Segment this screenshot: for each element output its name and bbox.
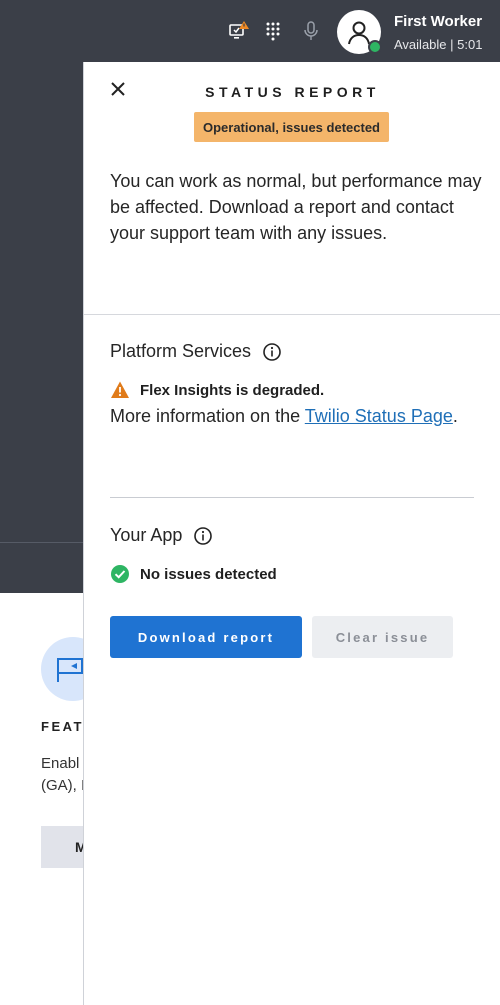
feature-title: FEAT [41,719,84,734]
warning-icon [110,380,130,400]
platform-alert: Flex Insights is degraded. [110,380,324,400]
user-name: First Worker [394,13,483,30]
panel-title: STATUS REPORT [205,84,380,100]
clear-issue-button[interactable]: Clear issue [312,616,453,658]
user-icon [348,21,370,45]
status-report-panel: STATUS REPORT Operational, issues detect… [83,62,500,1005]
status-badge: Operational, issues detected [194,112,389,142]
section-divider [84,314,500,315]
feature-button[interactable]: M [41,826,84,868]
feature-desc-line-2: (GA), I [41,777,84,794]
more-info-suffix: . [452,406,458,426]
twilio-status-page-link[interactable]: Twilio Status Page [305,406,453,426]
feature-description: Enabl (GA), I [41,753,84,797]
your-app-status-text: No issues detected [140,565,277,583]
your-app-status: No issues detected [110,564,277,584]
info-icon[interactable] [263,342,281,361]
background-dark-area [0,62,84,593]
presence-indicator [368,40,382,54]
top-bar: First Worker Available | 5:01 [0,0,500,62]
user-status[interactable]: Available | 5:01 [394,37,482,52]
feature-desc-line-1: Enabl [41,755,80,772]
more-info-prefix: More information on the [110,406,305,426]
flag-icon [57,658,83,682]
platform-services-heading: Platform Services [110,341,281,362]
your-app-title: Your App [110,525,183,545]
check-circle-icon [110,564,130,584]
platform-services-title: Platform Services [110,341,252,361]
background-divider [0,542,84,543]
feature-circle [41,637,84,701]
section-divider-inner [110,497,474,498]
status-description: You can work as normal, but performance … [110,171,482,243]
platform-alert-text: Flex Insights is degraded. [140,381,325,399]
dialpad-icon[interactable] [262,20,284,42]
your-app-heading: Your App [110,525,213,546]
download-report-button[interactable]: Download report [110,616,302,658]
monitor-alert-icon[interactable] [228,20,250,42]
background-feature-area: FEAT Enabl (GA), I M [0,593,84,1005]
info-icon[interactable] [194,526,213,545]
microphone-icon[interactable] [300,20,322,42]
more-info-text: More information on the Twilio Status Pa… [110,403,470,430]
